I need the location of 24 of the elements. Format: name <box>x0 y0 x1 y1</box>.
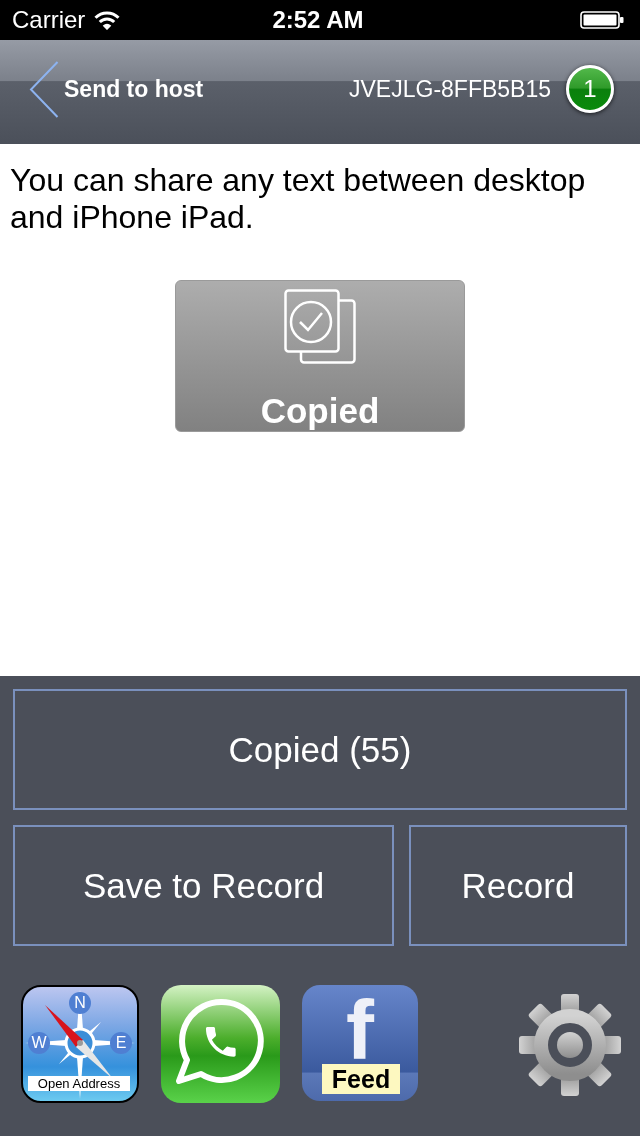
copy-check-icon <box>284 289 356 364</box>
settings-icon[interactable] <box>517 994 623 1096</box>
caption-label: Feed <box>322 1064 400 1094</box>
caption-label: Open Address <box>28 1076 130 1091</box>
battery-icon <box>580 11 624 29</box>
device-id: JVEJLG-8FFB5B15 <box>349 77 551 101</box>
compass-letter: W <box>28 1032 50 1054</box>
logo-letter: f <box>346 998 374 1062</box>
wifi-icon <box>94 10 121 30</box>
compass-app-tile[interactable]: N W E Open Address <box>21 985 139 1103</box>
phone-bubble-icon[interactable] <box>161 985 280 1103</box>
action-button[interactable]: Record <box>409 825 627 946</box>
back-chevron-icon <box>29 60 59 118</box>
action-button[interactable]: Copied (55) <box>13 689 627 810</box>
carrier-name: Carrier <box>12 8 86 32</box>
back-button[interactable]: Send to host <box>29 60 204 118</box>
action-button[interactable]: Save to Record <box>13 825 394 946</box>
feed-app-tile[interactable]: fFeed <box>302 985 418 1101</box>
message-text: You can share any text between desktop and iPhone iPad. <box>10 162 587 236</box>
compass-letter: E <box>110 1032 132 1054</box>
clock-time: 2:52 AM <box>272 8 364 32</box>
compass-letter: N <box>69 992 91 1014</box>
copied-button[interactable]: Copied <box>175 280 465 432</box>
count-badge: 1 <box>566 65 614 113</box>
